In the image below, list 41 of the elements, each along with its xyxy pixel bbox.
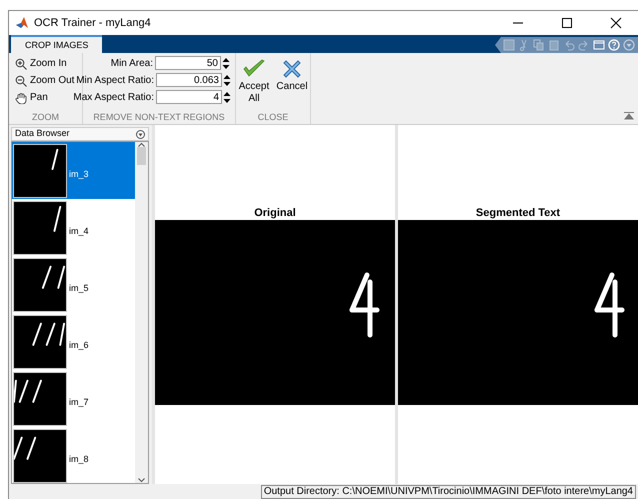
toolbar-button[interactable]: Zoom In	[13, 55, 78, 72]
number-field[interactable]: 50	[155, 56, 221, 70]
scroll-down-icon[interactable]	[138, 478, 145, 483]
undo-icon[interactable]	[563, 39, 575, 51]
tab[interactable]: CROP IMAGES	[11, 35, 102, 53]
window-title: OCR Trainer - myLang4	[34, 16, 152, 31]
toolbar-button[interactable]: Accept All	[235, 55, 273, 110]
field-label: Max Aspect Ratio:	[73, 90, 154, 104]
paste-icon[interactable]	[548, 39, 560, 51]
window-icon[interactable]	[593, 39, 605, 51]
save-icon[interactable]	[503, 39, 515, 51]
field-label: Min Aspect Ratio:	[76, 74, 154, 88]
redo-icon[interactable]	[578, 39, 590, 51]
dropdown-icon[interactable]	[136, 130, 145, 138]
help-icon[interactable]	[608, 39, 620, 51]
spinner-arrows-icon	[223, 74, 231, 86]
image-title: Original	[253, 206, 297, 220]
spinner-arrows-icon	[222, 58, 230, 68]
toolbar-button[interactable]: Zoom Out	[13, 72, 78, 89]
group-label: CLOSE	[256, 111, 290, 124]
status-text: Output Directory: C:\NOEMI\UNIVPM\Tirocinio\IMMAGINI DEF\foto intere\myLang4	[260, 484, 636, 498]
app-logo-icon	[15, 16, 29, 30]
zoom-out-icon	[15, 74, 27, 86]
image-title: Segmented Text	[474, 206, 562, 220]
field-label: Min Area:	[110, 56, 153, 70]
scroll-up-icon[interactable]	[138, 142, 145, 147]
collapse-icon[interactable]	[624, 112, 634, 120]
group-label: REMOVE NON-TEXT REGIONS	[92, 111, 226, 124]
hand-icon	[15, 92, 27, 104]
list-item[interactable]: im_3	[12, 142, 135, 199]
maximize-icon[interactable]	[561, 17, 573, 29]
number-field[interactable]: 0.063	[156, 73, 222, 87]
close-icon[interactable]	[610, 17, 622, 29]
zoom-in-icon	[15, 58, 27, 70]
group-label: ZOOM	[31, 111, 60, 124]
copy-icon[interactable]	[533, 39, 545, 51]
scroll-thumb[interactable]	[137, 147, 146, 165]
spinner-arrows-icon	[223, 92, 231, 102]
toolbar-button[interactable]: Cancel	[273, 55, 311, 110]
panel-title: Data Browser	[15, 127, 70, 140]
number-field[interactable]: 4	[156, 90, 222, 104]
